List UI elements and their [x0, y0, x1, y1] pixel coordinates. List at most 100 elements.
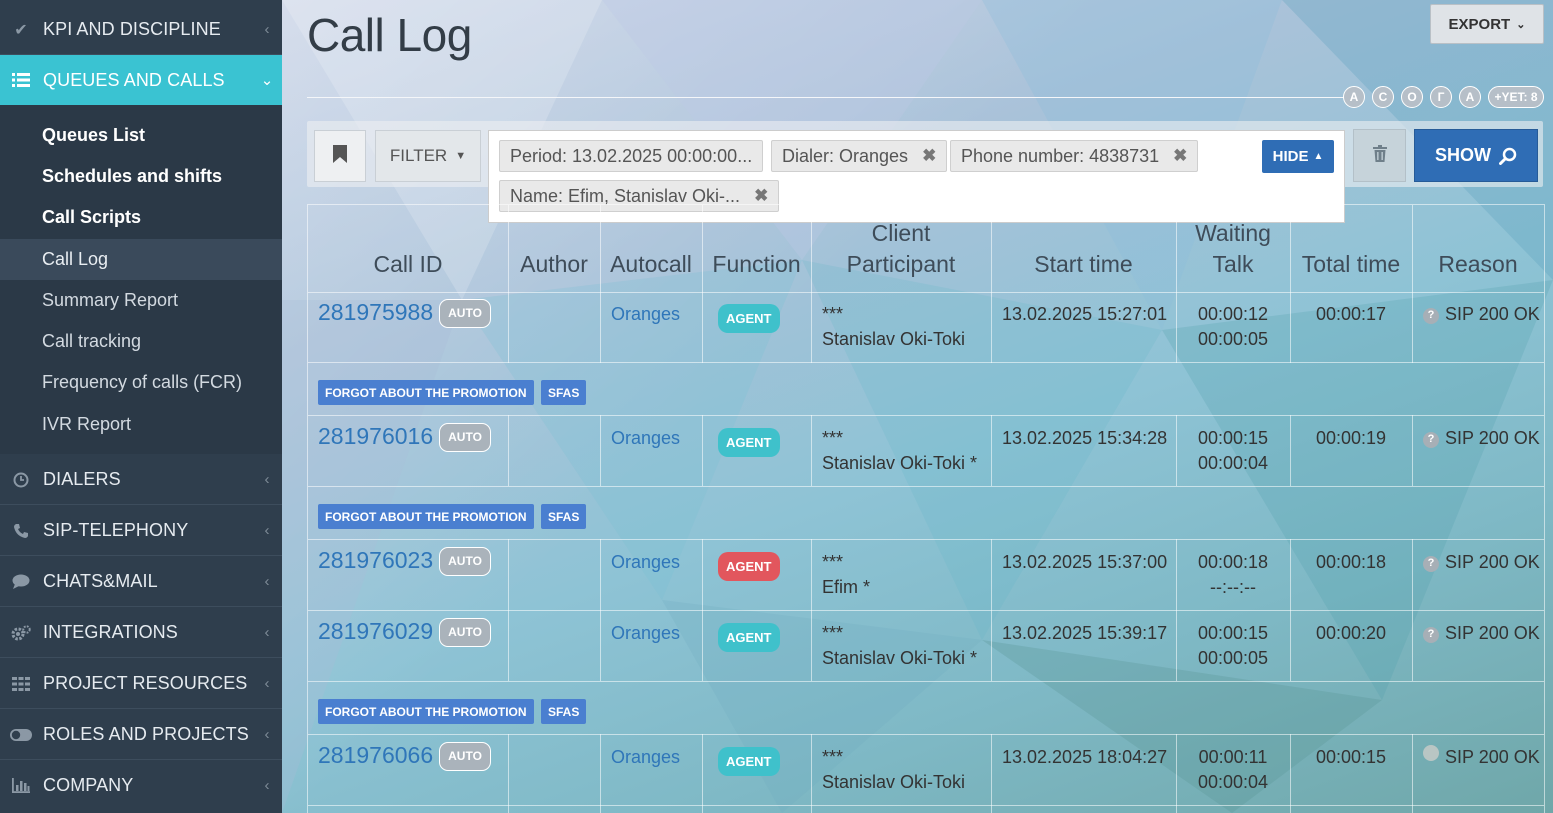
column-header-total-time[interactable]: Total time: [1290, 205, 1412, 292]
remove-chip-icon[interactable]: ✖: [754, 186, 768, 206]
tag-promotion[interactable]: FORGOT ABOUT THE PROMOTION: [318, 380, 534, 405]
tag-promotion[interactable]: FORGOT ABOUT THE PROMOTION: [318, 504, 534, 529]
export-button[interactable]: EXPORT ⌄: [1430, 4, 1544, 44]
sidebar-item-kpi[interactable]: ✔ KPI AND DISCIPLINE ‹: [0, 5, 282, 55]
sidebar-item-roles-and-projects[interactable]: ROLES AND PROJECTS ‹: [0, 710, 282, 760]
hide-button[interactable]: HIDE ▲: [1262, 140, 1334, 173]
column-header-function[interactable]: Function: [702, 205, 811, 292]
chevron-left-icon: ‹: [264, 522, 270, 539]
dialer-link[interactable]: Oranges: [611, 302, 680, 327]
toggle-icon: [8, 728, 34, 741]
dialer-link[interactable]: Oranges: [611, 745, 680, 770]
letter-filter-5[interactable]: А: [1459, 86, 1481, 108]
remove-chip-icon[interactable]: ✖: [922, 146, 936, 166]
clear-filter-button[interactable]: [1353, 129, 1406, 182]
table-row-call-id[interactable]: 281976029 AUTO: [318, 618, 491, 647]
submenu-item-ivr-report[interactable]: IVR Report: [0, 404, 282, 445]
function-badge: AGENT: [718, 552, 780, 581]
total-time-cell: 00:00:19: [1315, 428, 1387, 448]
tag-sfas[interactable]: SFAS: [541, 380, 587, 405]
chevron-down-icon: ⌄: [260, 72, 274, 89]
chevron-left-icon: ‹: [264, 726, 270, 743]
column-header-autocall[interactable]: Autocall: [600, 205, 702, 292]
sidebar-item-integrations[interactable]: INTEGRATIONS ‹: [0, 608, 282, 658]
client-cell: *** Stanislav Oki-Toki *: [822, 428, 978, 473]
clock-icon: [8, 472, 34, 488]
letter-filter-2[interactable]: С: [1372, 86, 1394, 108]
total-time-cell: 00:00:20: [1315, 623, 1387, 643]
client-cell: *** Stanislav Oki-Toki: [822, 304, 966, 349]
caret-up-icon: ▲: [1313, 151, 1324, 162]
sidebar-item-label: SIP-TELEPHONY: [43, 520, 189, 540]
chip-label: Dialer: Oranges: [782, 145, 909, 166]
sidebar-item-chats-mail[interactable]: CHATS&MAIL ‹: [0, 557, 282, 607]
reason-cell: SIP 200 OK: [1423, 745, 1540, 770]
dialer-link[interactable]: Oranges: [611, 550, 680, 575]
client-cell: *** Efim *: [822, 552, 871, 597]
table-row-call-id[interactable]: 281976023 AUTO: [318, 547, 491, 576]
question-icon: ?: [1423, 626, 1439, 643]
column-header-waiting-talk[interactable]: Waiting Talk: [1176, 205, 1290, 292]
more-letters-badge[interactable]: +YET: 8: [1488, 86, 1544, 108]
sidebar-item-sip-telephony[interactable]: SIP-TELEPHONY ‹: [0, 506, 282, 556]
filter-chip-dialer[interactable]: Dialer: Oranges ✖: [771, 140, 948, 172]
search-icon: [1499, 147, 1517, 165]
chevron-left-icon: ‹: [264, 776, 270, 794]
letter-filter-4[interactable]: Г: [1430, 86, 1452, 108]
tag-sfas[interactable]: SFAS: [541, 699, 587, 724]
column-header-start-time[interactable]: Start time: [991, 205, 1176, 292]
start-time-cell: 13.02.2025 18:04:27: [1002, 747, 1168, 767]
submenu-item-schedules[interactable]: Schedules and shifts: [0, 156, 282, 197]
sidebar-item-queues-and-calls[interactable]: QUEUES AND CALLS ⌄: [0, 55, 282, 105]
sidebar-item-company[interactable]: COMPANY ‹: [0, 760, 282, 810]
bookmark-button[interactable]: [314, 130, 366, 182]
column-header-reason[interactable]: Reason: [1412, 205, 1544, 292]
hide-label: HIDE: [1272, 148, 1309, 165]
sidebar-item-dialers[interactable]: DIALERS ‹: [0, 455, 282, 505]
dialer-link[interactable]: Oranges: [611, 426, 680, 451]
total-time-cell: 00:00:15: [1315, 747, 1387, 767]
remove-chip-icon[interactable]: ✖: [1173, 146, 1187, 166]
page-title: Call Log: [307, 9, 472, 61]
waiting-talk-cell: 00:00:18 --:--:--: [1197, 552, 1269, 597]
submenu-item-queues-list[interactable]: Queues List: [0, 115, 282, 156]
submenu-item-summary-report[interactable]: Summary Report: [0, 280, 282, 321]
column-header-author[interactable]: Author: [508, 205, 600, 292]
start-time-cell: 13.02.2025 15:34:28: [1002, 428, 1168, 448]
table-row-call-id[interactable]: 281976016 AUTO: [318, 423, 491, 452]
chevron-down-icon: ⌄: [1516, 18, 1526, 31]
submenu-item-call-scripts[interactable]: Call Scripts: [0, 197, 282, 238]
table-row-call-id[interactable]: 281976066 AUTO: [318, 742, 491, 771]
filter-chip-phone[interactable]: Phone number: 4838731 ✖: [950, 140, 1199, 172]
auto-badge: AUTO: [439, 423, 491, 452]
show-label: SHOW: [1435, 145, 1491, 165]
gears-icon: [8, 624, 34, 641]
tag-promotion[interactable]: FORGOT ABOUT THE PROMOTION: [318, 699, 534, 724]
submenu-item-fcr[interactable]: Frequency of calls (FCR): [0, 362, 282, 403]
submenu-item-call-log[interactable]: Call Log: [0, 239, 282, 280]
chip-label: Phone number: 4838731: [961, 145, 1160, 166]
table-row-call-id[interactable]: 281975988 AUTO: [318, 299, 491, 328]
start-time-cell: 13.02.2025 15:39:17: [1002, 623, 1168, 643]
tag-sfas[interactable]: SFAS: [541, 504, 587, 529]
filter-label: FILTER: [389, 146, 448, 165]
filter-chip-period[interactable]: Period: 13.02.2025 00:00:00...: [499, 140, 764, 172]
chip-label: Period: 13.02.2025 00:00:00...: [510, 145, 753, 166]
letter-filter-1[interactable]: А: [1343, 86, 1365, 108]
dialer-link[interactable]: Oranges: [611, 621, 680, 646]
column-header-call-id[interactable]: Call ID: [308, 205, 508, 292]
show-button[interactable]: SHOW: [1414, 129, 1538, 182]
phone-icon: [8, 523, 34, 539]
export-label: EXPORT: [1448, 15, 1511, 33]
filter-button[interactable]: FILTER ▼: [375, 130, 481, 182]
submenu-item-call-tracking[interactable]: Call tracking: [0, 321, 282, 362]
sidebar-item-label: CHATS&MAIL: [43, 571, 158, 591]
question-icon: ?: [1423, 307, 1439, 324]
sidebar-item-label: INTEGRATIONS: [43, 622, 178, 642]
chat-icon: [8, 574, 34, 589]
letter-filter-3[interactable]: О: [1401, 86, 1423, 108]
sidebar-item-project-resources[interactable]: PROJECT RESOURCES ‹: [0, 659, 282, 709]
chevron-left-icon: ‹: [264, 675, 270, 692]
check-icon: ✔: [14, 21, 28, 39]
column-header-client[interactable]: Client Participant: [811, 205, 991, 292]
